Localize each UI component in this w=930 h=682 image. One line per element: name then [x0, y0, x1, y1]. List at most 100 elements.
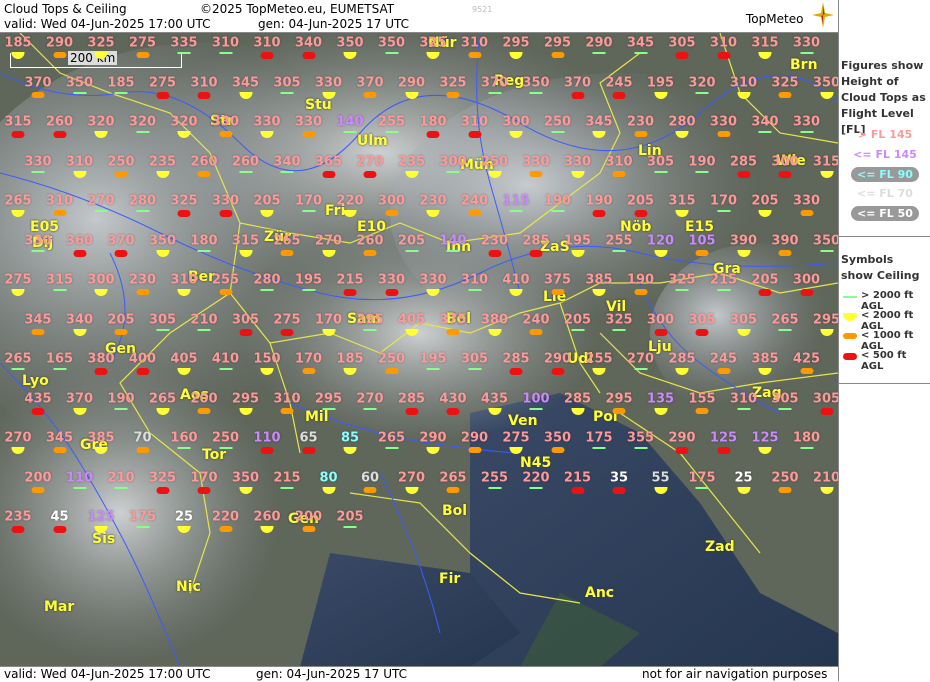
ceiling-symbol: [280, 486, 294, 489]
city-label: Sis: [92, 531, 116, 547]
cloud-top-value: 375: [543, 272, 572, 288]
ceiling-symbol: [177, 52, 191, 54]
ceiling-symbol: [219, 52, 232, 54]
ceiling-symbol: [634, 131, 647, 137]
ceiling-symbol: [571, 328, 584, 331]
ceiling-symbol: [717, 289, 730, 291]
ceiling-symbol: [177, 447, 191, 449]
ceiling-symbol: [302, 52, 315, 59]
ceiling-symbol: [778, 249, 792, 256]
cloud-top-value: 330: [792, 114, 821, 130]
cloud-top-value: 330: [253, 114, 281, 130]
cloud-top-value: 260: [356, 233, 384, 248]
cloud-top-value: 260: [231, 154, 260, 169]
cloud-top-value: 175: [688, 470, 716, 485]
cloud-top-value: 305: [273, 75, 301, 90]
cloud-top-value: 295: [812, 312, 838, 327]
ceiling-symbol: [612, 486, 626, 494]
cloud-top-value: 220: [211, 509, 240, 525]
ceiling-symbol: [634, 368, 647, 370]
cloud-top-value: 265: [148, 391, 177, 406]
ceiling-symbol: [468, 210, 481, 216]
cloud-top-value: 190: [543, 193, 572, 209]
city-label: Anc: [585, 585, 615, 601]
ceiling-symbol: [322, 407, 335, 410]
satellite-map[interactable]: 200 km Nür Reg Brn Stu Str Ulm Mün Lin Wie Fri Zür…: [0, 32, 838, 667]
cloud-top-value: 110: [65, 470, 94, 485]
city-label: Fir: [439, 571, 461, 587]
generated-time: gen: 04-Jun-2025 17 UTC: [258, 17, 410, 31]
cloud-top-value: 215: [563, 470, 592, 485]
ceiling-symbol: [426, 368, 440, 370]
city-label: Tor: [202, 447, 227, 463]
cloud-top-value: 125: [751, 430, 779, 446]
cloud-top-value: 230: [626, 114, 655, 130]
cloud-top-value: 285: [729, 154, 758, 169]
ceiling-symbol: [197, 328, 211, 331]
cloud-top-value: 290: [397, 75, 426, 90]
ceiling-symbol: [612, 249, 626, 252]
cloud-top-value: 245: [709, 351, 738, 367]
cloud-top-value: 435: [480, 391, 509, 406]
cloud-top-value: 265: [377, 430, 406, 446]
ceiling-symbol: [219, 131, 232, 137]
legend-item-fl-le70: <= FL 70: [857, 187, 913, 200]
ceiling-symbol: [385, 289, 398, 296]
ceiling-symbol: [136, 210, 149, 212]
ceiling-symbol: [529, 486, 543, 489]
ceiling-symbol: [197, 91, 211, 99]
cloud-top-value: 350: [148, 233, 177, 248]
ceiling-symbol: [31, 328, 45, 335]
cloud-top-value: 260: [190, 154, 218, 169]
cloud-top-value: 200: [190, 391, 218, 406]
cloud-top-value: 385: [585, 272, 613, 288]
ceiling-symbol: [31, 407, 45, 415]
cloud-top-value: 350: [65, 75, 94, 90]
cloud-top-value: 340: [751, 114, 779, 130]
ceiling-symbol: [385, 368, 398, 374]
cloud-top-value: 325: [668, 272, 696, 288]
ceiling-symbol: [758, 289, 772, 296]
cloud-top-value: 330: [377, 272, 406, 288]
cloud-top-value: 305: [148, 312, 177, 327]
cloud-top-value: 205: [336, 509, 364, 525]
ceiling-symbol: [654, 328, 667, 336]
ceiling-symbol: [675, 447, 689, 454]
ceiling-symbol: [488, 91, 501, 94]
compass-star-icon: [812, 2, 834, 28]
ceiling-symbol: [219, 526, 232, 532]
cloud-top-value: 315: [668, 193, 696, 209]
city-label: Ulm: [357, 133, 388, 149]
cloud-top-value: 300: [87, 272, 115, 288]
cloud-top-value: 205: [626, 193, 655, 209]
ceiling-symbol: [280, 328, 294, 336]
ceiling-symbol: [280, 170, 294, 173]
cloud-top-value: 275: [4, 272, 32, 288]
cloud-top-value: 380: [87, 351, 115, 367]
cloud-top-value: 370: [65, 391, 94, 406]
ceiling-symbol: [239, 328, 252, 336]
cloud-top-value: 355: [626, 430, 655, 446]
cloud-top-value: 275: [502, 430, 530, 446]
cloud-top-value: 65: [299, 430, 318, 446]
cloud-top-value: 305: [771, 391, 799, 406]
ceiling-symbol: [488, 249, 501, 257]
legend-divider-2: [839, 383, 930, 384]
ceiling-symbol: [695, 486, 709, 489]
ceiling-symbol: [197, 486, 211, 494]
cloud-top-value: 310: [729, 391, 758, 406]
ceiling-symbol: [385, 210, 398, 216]
cloud-top-value: 325: [419, 35, 447, 51]
cloud-top-value: 265: [4, 193, 32, 209]
cloud-top-value: 205: [397, 233, 426, 248]
cloud-top-value: 160: [170, 430, 198, 446]
ceiling-symbol: [31, 91, 45, 98]
cloud-top-value: 330: [522, 154, 550, 169]
ceiling-symbol: [592, 210, 606, 217]
ceiling-symbol: [177, 210, 191, 217]
cloud-top-value: 205: [253, 193, 281, 209]
ceiling-symbol: [654, 170, 667, 173]
cloud-top-value: 290: [45, 35, 74, 51]
cloud-top-value: 210: [812, 470, 838, 485]
legend-fl90-label: <= FL 90: [851, 167, 919, 182]
